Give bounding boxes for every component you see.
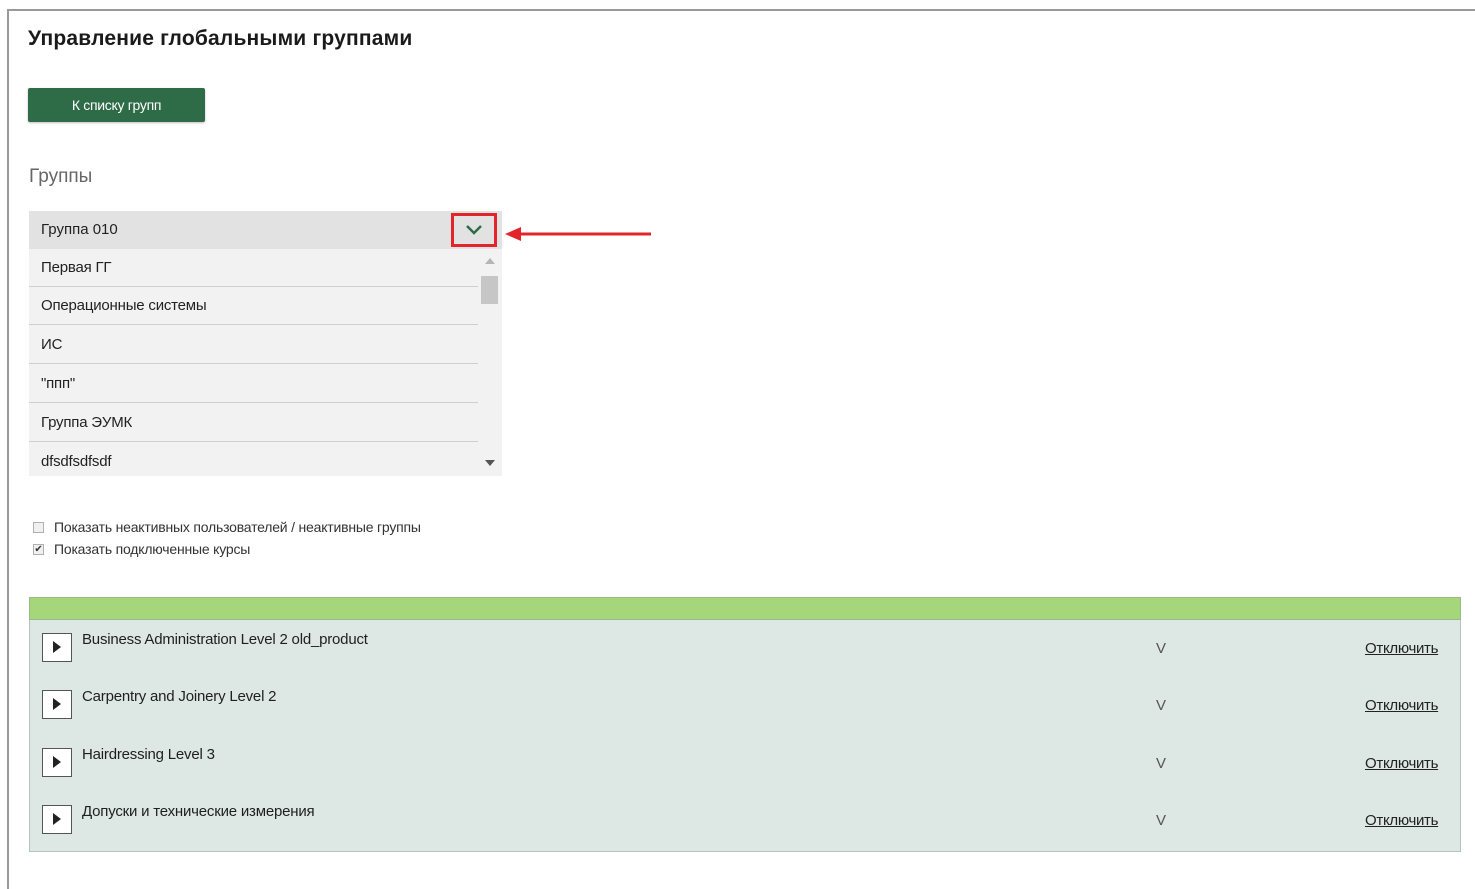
course-name: Допуски и технические измерения bbox=[82, 803, 315, 820]
show-inactive-label: Показать неактивных пользователей / неак… bbox=[54, 519, 421, 535]
group-option[interactable]: Группа ЭУМК bbox=[29, 404, 478, 442]
course-flag: V bbox=[1156, 697, 1167, 714]
expand-play-icon[interactable] bbox=[42, 633, 72, 662]
disconnect-link[interactable]: Отключить bbox=[1365, 697, 1438, 714]
expand-play-icon[interactable] bbox=[42, 805, 72, 834]
course-name: Carpentry and Joinery Level 2 bbox=[82, 688, 277, 705]
course-name: Business Administration Level 2 old_prod… bbox=[82, 631, 368, 648]
course-row: Business Administration Level 2 old_prod… bbox=[30, 620, 1460, 677]
options-scrollbar[interactable] bbox=[478, 249, 502, 476]
group-options-list[interactable]: Первая ГГ Операционные системы ИС "ппп" … bbox=[29, 249, 502, 476]
course-row: Hairdressing Level 3 V Отключить bbox=[30, 735, 1460, 792]
show-inactive-checkbox[interactable] bbox=[33, 521, 44, 533]
scroll-thumb[interactable] bbox=[481, 276, 498, 304]
disconnect-link[interactable]: Отключить bbox=[1365, 755, 1438, 772]
group-option[interactable]: "ппп" bbox=[29, 365, 478, 403]
courses-table-header bbox=[29, 597, 1461, 620]
show-courses-label: Показать подключенные курсы bbox=[54, 541, 251, 557]
page-title: Управление глобальными группами bbox=[28, 27, 413, 50]
disconnect-link[interactable]: Отключить bbox=[1365, 812, 1438, 829]
group-select-value: Группа 010 bbox=[41, 221, 118, 238]
show-courses-checkbox[interactable]: ✔ bbox=[33, 543, 44, 555]
group-option[interactable]: Операционные системы bbox=[29, 287, 478, 325]
course-flag: V bbox=[1156, 812, 1167, 829]
show-inactive-filter[interactable]: Показать неактивных пользователей / неак… bbox=[33, 519, 421, 535]
group-option[interactable]: ИС bbox=[29, 326, 478, 364]
annotation-arrow-icon bbox=[505, 227, 651, 241]
expand-play-icon[interactable] bbox=[42, 748, 72, 777]
course-row: Carpentry and Joinery Level 2 V Отключит… bbox=[30, 677, 1460, 734]
show-courses-filter[interactable]: ✔ Показать подключенные курсы bbox=[33, 541, 250, 557]
courses-table: Business Administration Level 2 old_prod… bbox=[29, 620, 1461, 852]
course-name: Hairdressing Level 3 bbox=[82, 746, 215, 763]
group-select[interactable]: Группа 010 bbox=[29, 211, 502, 249]
group-option[interactable]: dfsdfsdfsdf bbox=[29, 443, 478, 476]
disconnect-link[interactable]: Отключить bbox=[1365, 640, 1438, 657]
groups-section-title: Группы bbox=[29, 166, 93, 187]
scroll-up-icon[interactable] bbox=[485, 258, 495, 264]
chevron-down-icon bbox=[466, 225, 482, 235]
dropdown-toggle-button[interactable] bbox=[451, 213, 497, 247]
group-option[interactable]: Первая ГГ bbox=[29, 249, 478, 287]
course-flag: V bbox=[1156, 755, 1167, 772]
expand-play-icon[interactable] bbox=[42, 690, 72, 719]
course-flag: V bbox=[1156, 640, 1167, 657]
back-to-groups-button[interactable]: К списку групп bbox=[28, 88, 205, 122]
scroll-down-icon[interactable] bbox=[485, 460, 495, 466]
course-row: Допуски и технические измерения V Отключ… bbox=[30, 792, 1460, 849]
